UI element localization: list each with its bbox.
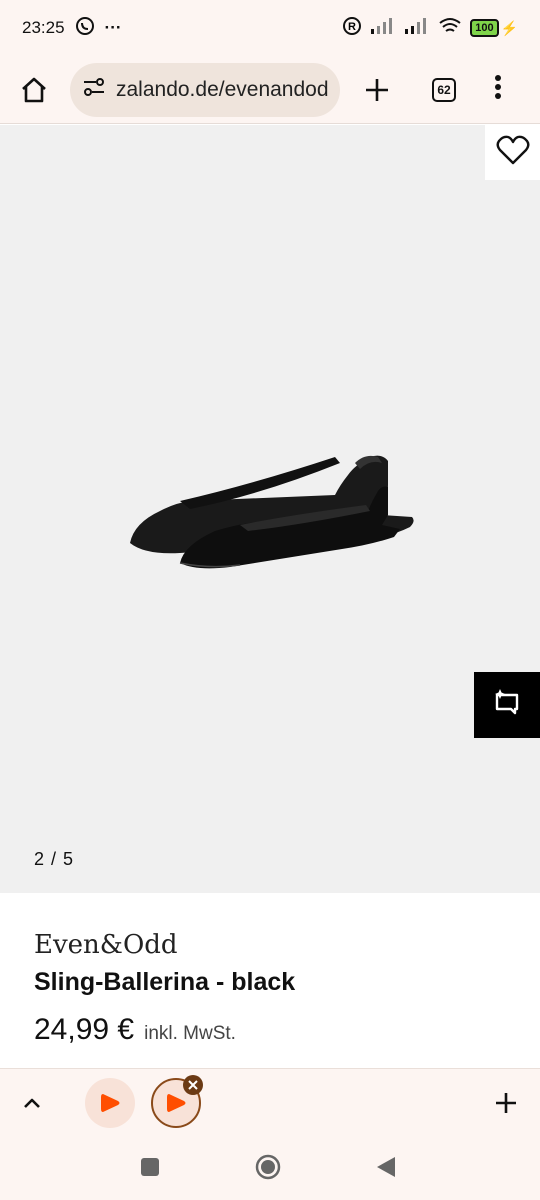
wishlist-button[interactable] [485,125,540,180]
menu-icon[interactable] [494,74,502,105]
browser-toolbar: zalando.de/evenandodd 62 [0,56,540,124]
heart-icon [496,135,530,170]
home-icon[interactable] [12,68,56,112]
registered-icon: R [342,16,362,41]
price-row: 24,99 € inkl. MwSt. [34,1013,295,1047]
new-tab-icon[interactable] [362,75,392,105]
battery-level: 100 [470,19,499,37]
product-image-gallery[interactable]: 2 / 5 [0,125,540,893]
visual-search-button[interactable] [474,672,540,738]
url-text: zalando.de/evenandodd [116,77,328,101]
add-tab-icon[interactable] [494,1091,518,1120]
tab-count: 62 [432,77,456,102]
tab-switcher-button[interactable]: 62 [432,77,456,102]
bottom-bar [0,1068,540,1200]
price: 24,99 € [34,1013,135,1046]
wifi-icon [438,17,462,40]
visual-search-icon [491,687,523,724]
close-tab-icon[interactable] [183,1075,203,1095]
tab-zalando-1[interactable] [85,1078,135,1128]
product-info: Even&Odd Sling-Ballerina - black 24,99 €… [34,930,295,1047]
signal-icon [370,17,396,40]
svg-text:R: R [348,21,356,33]
home-nav-icon[interactable] [255,1154,281,1185]
battery-icon: 100 ⚡ [470,19,518,37]
address-bar[interactable]: zalando.de/evenandodd [70,62,340,117]
vat-note: inkl. MwSt. [144,1023,236,1044]
viber-icon [75,16,95,41]
more-notifications-icon: ··· [104,18,122,37]
shoe-illustration [130,455,414,569]
zalando-logo-icon [101,1094,120,1112]
product-image[interactable] [120,445,420,580]
zalando-logo-icon [167,1094,186,1112]
signal-icon-2 [404,17,430,40]
clock: 23:25 [22,18,65,37]
expand-tabs-icon[interactable] [20,1091,44,1120]
tab-strip [0,1069,540,1137]
product-title: Sling-Ballerina - black [34,968,296,996]
site-settings-icon[interactable] [82,76,106,103]
system-navigation [0,1145,540,1195]
brand-name[interactable]: Even&Odd [34,930,295,960]
back-icon[interactable] [375,1155,397,1184]
image-counter: 2 / 5 [34,849,75,869]
recents-icon[interactable] [140,1157,160,1182]
status-bar: 23:25 ··· R 100 ⚡ [0,0,540,56]
